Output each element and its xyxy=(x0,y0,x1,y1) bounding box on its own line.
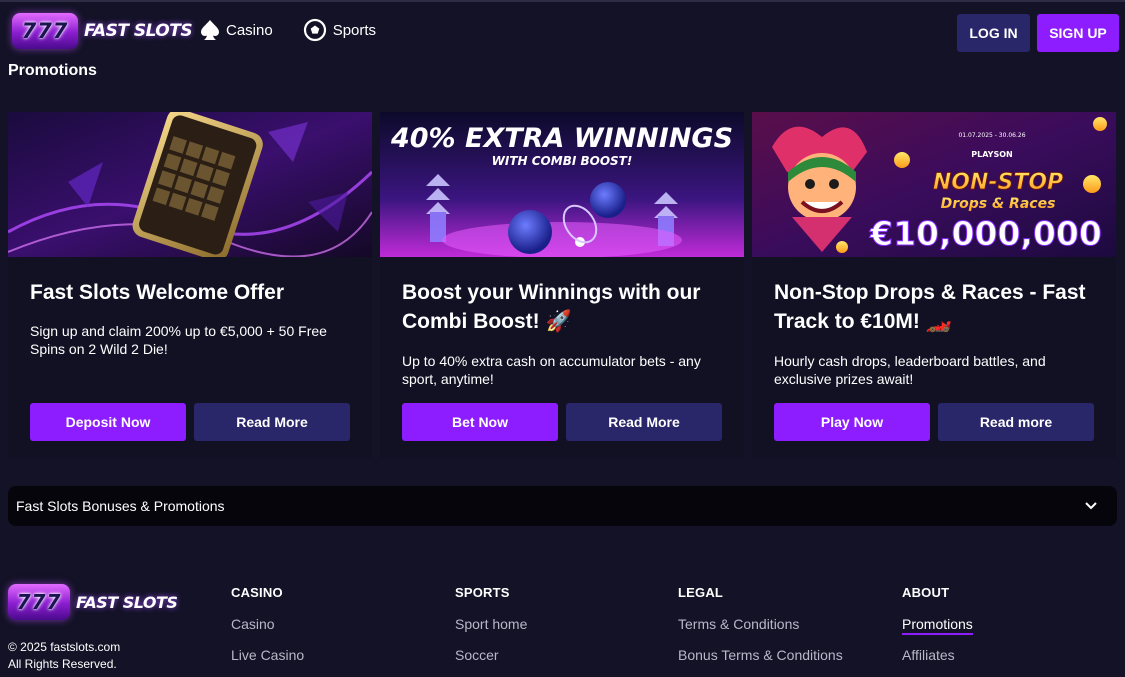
banner-brand: PLAYSON xyxy=(971,150,1012,159)
promo-title: Boost your Winnings with our Combi Boost… xyxy=(402,281,701,333)
deposit-now-button[interactable]: Deposit Now xyxy=(30,403,186,441)
soccer-ball-icon xyxy=(303,18,326,42)
logo-text: FAST SLOTS xyxy=(76,592,178,612)
copyright-line: © 2025 fastslots.com xyxy=(8,640,121,654)
footer-logo[interactable]: 777 FAST SLOTS xyxy=(8,584,178,620)
promo-description: Hourly cash drops, leaderboard battles, … xyxy=(774,353,1046,387)
footer-column-sports: SPORTS Sport home Soccer xyxy=(455,585,527,677)
page-title: Promotions xyxy=(8,62,97,79)
main-nav: Casino Sports xyxy=(200,18,406,42)
footer-link-live-casino[interactable]: Live Casino xyxy=(231,647,304,677)
bet-now-button[interactable]: Bet Now xyxy=(402,403,558,441)
logo-badge: 777 xyxy=(8,584,70,620)
read-more-button[interactable]: Read More xyxy=(194,403,350,441)
rights-line: All Rights Reserved. xyxy=(8,657,117,671)
footer-column-about: ABOUT Promotions Affiliates xyxy=(902,585,973,677)
footer-heading: ABOUT xyxy=(902,585,950,600)
banner-headline: NON-STOP xyxy=(933,170,1063,195)
accordion-label: Fast Slots Bonuses & Promotions xyxy=(16,498,225,514)
chevron-down-icon xyxy=(1085,502,1097,510)
play-now-button[interactable]: Play Now xyxy=(774,403,930,441)
logo-number: 777 xyxy=(21,19,69,43)
login-button[interactable]: LOG IN xyxy=(957,14,1030,52)
logo-text: FAST SLOTS xyxy=(84,21,193,41)
banner-subline: Drops & Races xyxy=(941,196,1056,212)
footer-heading: CASINO xyxy=(231,585,283,600)
nav-item-sports[interactable]: Sports xyxy=(303,18,376,42)
promo-title: Non-Stop Drops & Races - Fast Track to €… xyxy=(774,281,1086,333)
promo-title: Fast Slots Welcome Offer xyxy=(30,281,285,304)
logo-badge: 777 xyxy=(12,13,78,49)
footer-link-promotions[interactable]: Promotions xyxy=(902,616,973,647)
promo-card-drops-races: 01.07.2025 - 30.06.26 PLAYSON NON-STOP D… xyxy=(752,112,1116,458)
banner-headline: 40% EXTRA WINNINGS xyxy=(390,123,733,154)
nav-label-casino: Casino xyxy=(226,21,273,39)
footer-link-terms[interactable]: Terms & Conditions xyxy=(678,616,843,647)
copyright: © 2025 fastslots.com All Rights Reserved… xyxy=(8,639,120,673)
promo-card-welcome: Fast Slots Welcome Offer Sign up and cla… xyxy=(8,112,372,458)
promo-image-drops-races[interactable]: 01.07.2025 - 30.06.26 PLAYSON NON-STOP D… xyxy=(752,112,1116,257)
footer-heading: LEGAL xyxy=(678,585,724,600)
footer-column-casino: CASINO Casino Live Casino xyxy=(231,585,304,677)
site-header: 777 FAST SLOTS Casino Sports LOG IN SIGN… xyxy=(0,2,1125,60)
footer-heading: SPORTS xyxy=(455,585,510,600)
nav-item-casino[interactable]: Casino xyxy=(200,19,273,41)
promo-description: Sign up and claim 200% up to €5,000 + 50… xyxy=(30,323,327,357)
signup-button[interactable]: SIGN UP xyxy=(1037,14,1119,52)
promo-image-welcome[interactable] xyxy=(8,112,372,257)
logo-number: 777 xyxy=(16,590,62,614)
spade-icon xyxy=(201,20,219,40)
promo-card-combi-boost: 40% EXTRA WINNINGS WITH COMBI BOOST! Boo… xyxy=(380,112,744,458)
promo-image-combi-boost[interactable]: 40% EXTRA WINNINGS WITH COMBI BOOST! xyxy=(380,112,744,257)
footer-link-casino[interactable]: Casino xyxy=(231,616,304,647)
footer-column-legal: LEGAL Terms & Conditions Bonus Terms & C… xyxy=(678,585,843,677)
banner-subline: WITH COMBI BOOST! xyxy=(492,154,633,168)
read-more-button[interactable]: Read More xyxy=(566,403,722,441)
bonuses-accordion[interactable]: Fast Slots Bonuses & Promotions xyxy=(8,486,1117,526)
promo-description: Up to 40% extra cash on accumulator bets… xyxy=(402,353,701,387)
banner-amount: €10,000,000 xyxy=(869,214,1102,253)
footer-link-promotions-label: Promotions xyxy=(902,616,973,635)
footer-link-soccer[interactable]: Soccer xyxy=(455,647,527,677)
footer-link-bonus-terms[interactable]: Bonus Terms & Conditions xyxy=(678,647,843,677)
nav-label-sports: Sports xyxy=(332,21,377,39)
footer-link-sport-home[interactable]: Sport home xyxy=(455,616,527,647)
read-more-button[interactable]: Read more xyxy=(938,403,1094,441)
banner-dates: 01.07.2025 - 30.06.26 xyxy=(958,132,1025,139)
footer-link-affiliates[interactable]: Affiliates xyxy=(902,647,973,677)
site-logo[interactable]: 777 FAST SLOTS xyxy=(12,12,193,50)
